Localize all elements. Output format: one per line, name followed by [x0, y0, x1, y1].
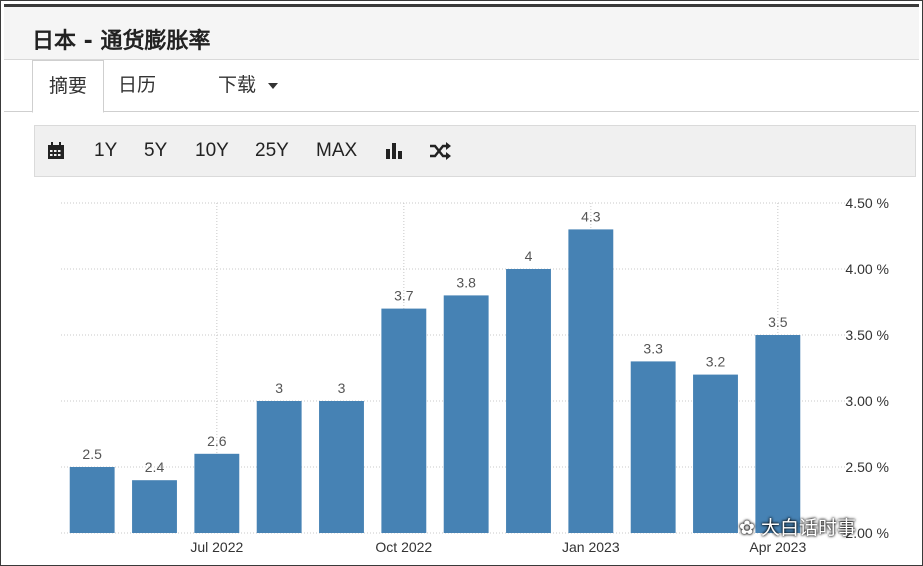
watermark: ✿ 大白话时事: [739, 513, 856, 541]
x-tick-label: Jan 2023: [562, 539, 620, 555]
bar: [630, 361, 676, 533]
range-max-button[interactable]: MAX: [316, 126, 357, 176]
bar: [443, 295, 489, 533]
bar: [132, 480, 177, 533]
bar-chart: 2.00 %2.50 %3.00 %3.50 %4.00 %4.50 %Jul …: [61, 195, 889, 555]
data-label: 3.2: [706, 354, 726, 370]
data-label: 3: [338, 380, 346, 396]
title-bar: 日本 - 通货膨胀率: [4, 4, 919, 60]
y-tick-label: 3.00 %: [845, 393, 889, 409]
bar: [381, 308, 427, 533]
chart-toolbar: 1Y 5Y 10Y 25Y MAX: [34, 125, 916, 177]
y-tick-label: 3.50 %: [845, 327, 889, 343]
bar-chart-icon[interactable]: [385, 126, 403, 176]
range-25y-button[interactable]: 25Y: [255, 126, 289, 176]
tab-bar: 摘要 日历 下载: [4, 60, 919, 113]
y-tick-label: 4.00 %: [845, 261, 889, 277]
bar: [693, 374, 738, 533]
chart-widget: 日本 - 通货膨胀率 摘要 日历 下载 1Y 5Y 10Y 25Y MAX 2.…: [0, 0, 923, 566]
tab-download-label: 下载: [218, 74, 257, 96]
bar: [194, 453, 240, 533]
tab-calendar-label: 日历: [118, 74, 157, 96]
tab-download[interactable]: 下载: [202, 60, 294, 112]
bar: [69, 467, 115, 533]
x-tick-label: Jul 2022: [190, 539, 243, 555]
data-label: 3.3: [643, 340, 663, 356]
calendar-icon[interactable]: [47, 126, 65, 176]
data-label: 3: [275, 380, 283, 396]
data-label: 3.5: [768, 314, 788, 330]
data-label: 4: [525, 248, 533, 264]
data-label: 3.7: [394, 288, 414, 304]
watermark-text: 大白话时事: [760, 517, 856, 539]
tab-summary-label: 摘要: [49, 75, 88, 97]
bar: [755, 335, 801, 533]
range-5y-button[interactable]: 5Y: [144, 126, 167, 176]
x-tick-label: Apr 2023: [749, 539, 806, 555]
data-label: 3.8: [456, 274, 476, 290]
chart-area: 2.00 % 2.50 % 3.00 % 3.50 % 4.00 % 4.50 % Jul …: [34, 181, 919, 565]
tab-summary[interactable]: 摘要: [32, 60, 105, 113]
range-1y-button[interactable]: 1Y: [94, 126, 117, 176]
y-tick-label: 4.50 %: [845, 195, 889, 211]
data-label: 2.6: [207, 433, 227, 449]
data-label: 2.4: [145, 459, 165, 475]
y-tick-label: 2.50 %: [845, 459, 889, 475]
range-10y-button[interactable]: 10Y: [195, 126, 229, 176]
data-label: 4.3: [581, 208, 601, 224]
data-label: 2.5: [82, 446, 102, 462]
bar: [568, 229, 614, 533]
shuffle-icon[interactable]: [429, 126, 451, 176]
page-title: 日本 - 通货膨胀率: [32, 29, 211, 54]
bar: [319, 401, 364, 533]
bar: [256, 401, 302, 533]
wechat-icon: ✿: [739, 517, 755, 539]
x-tick-label: Oct 2022: [375, 539, 432, 555]
bar: [506, 269, 551, 533]
tab-calendar[interactable]: 日历: [102, 60, 172, 112]
caret-down-icon: [268, 82, 279, 89]
